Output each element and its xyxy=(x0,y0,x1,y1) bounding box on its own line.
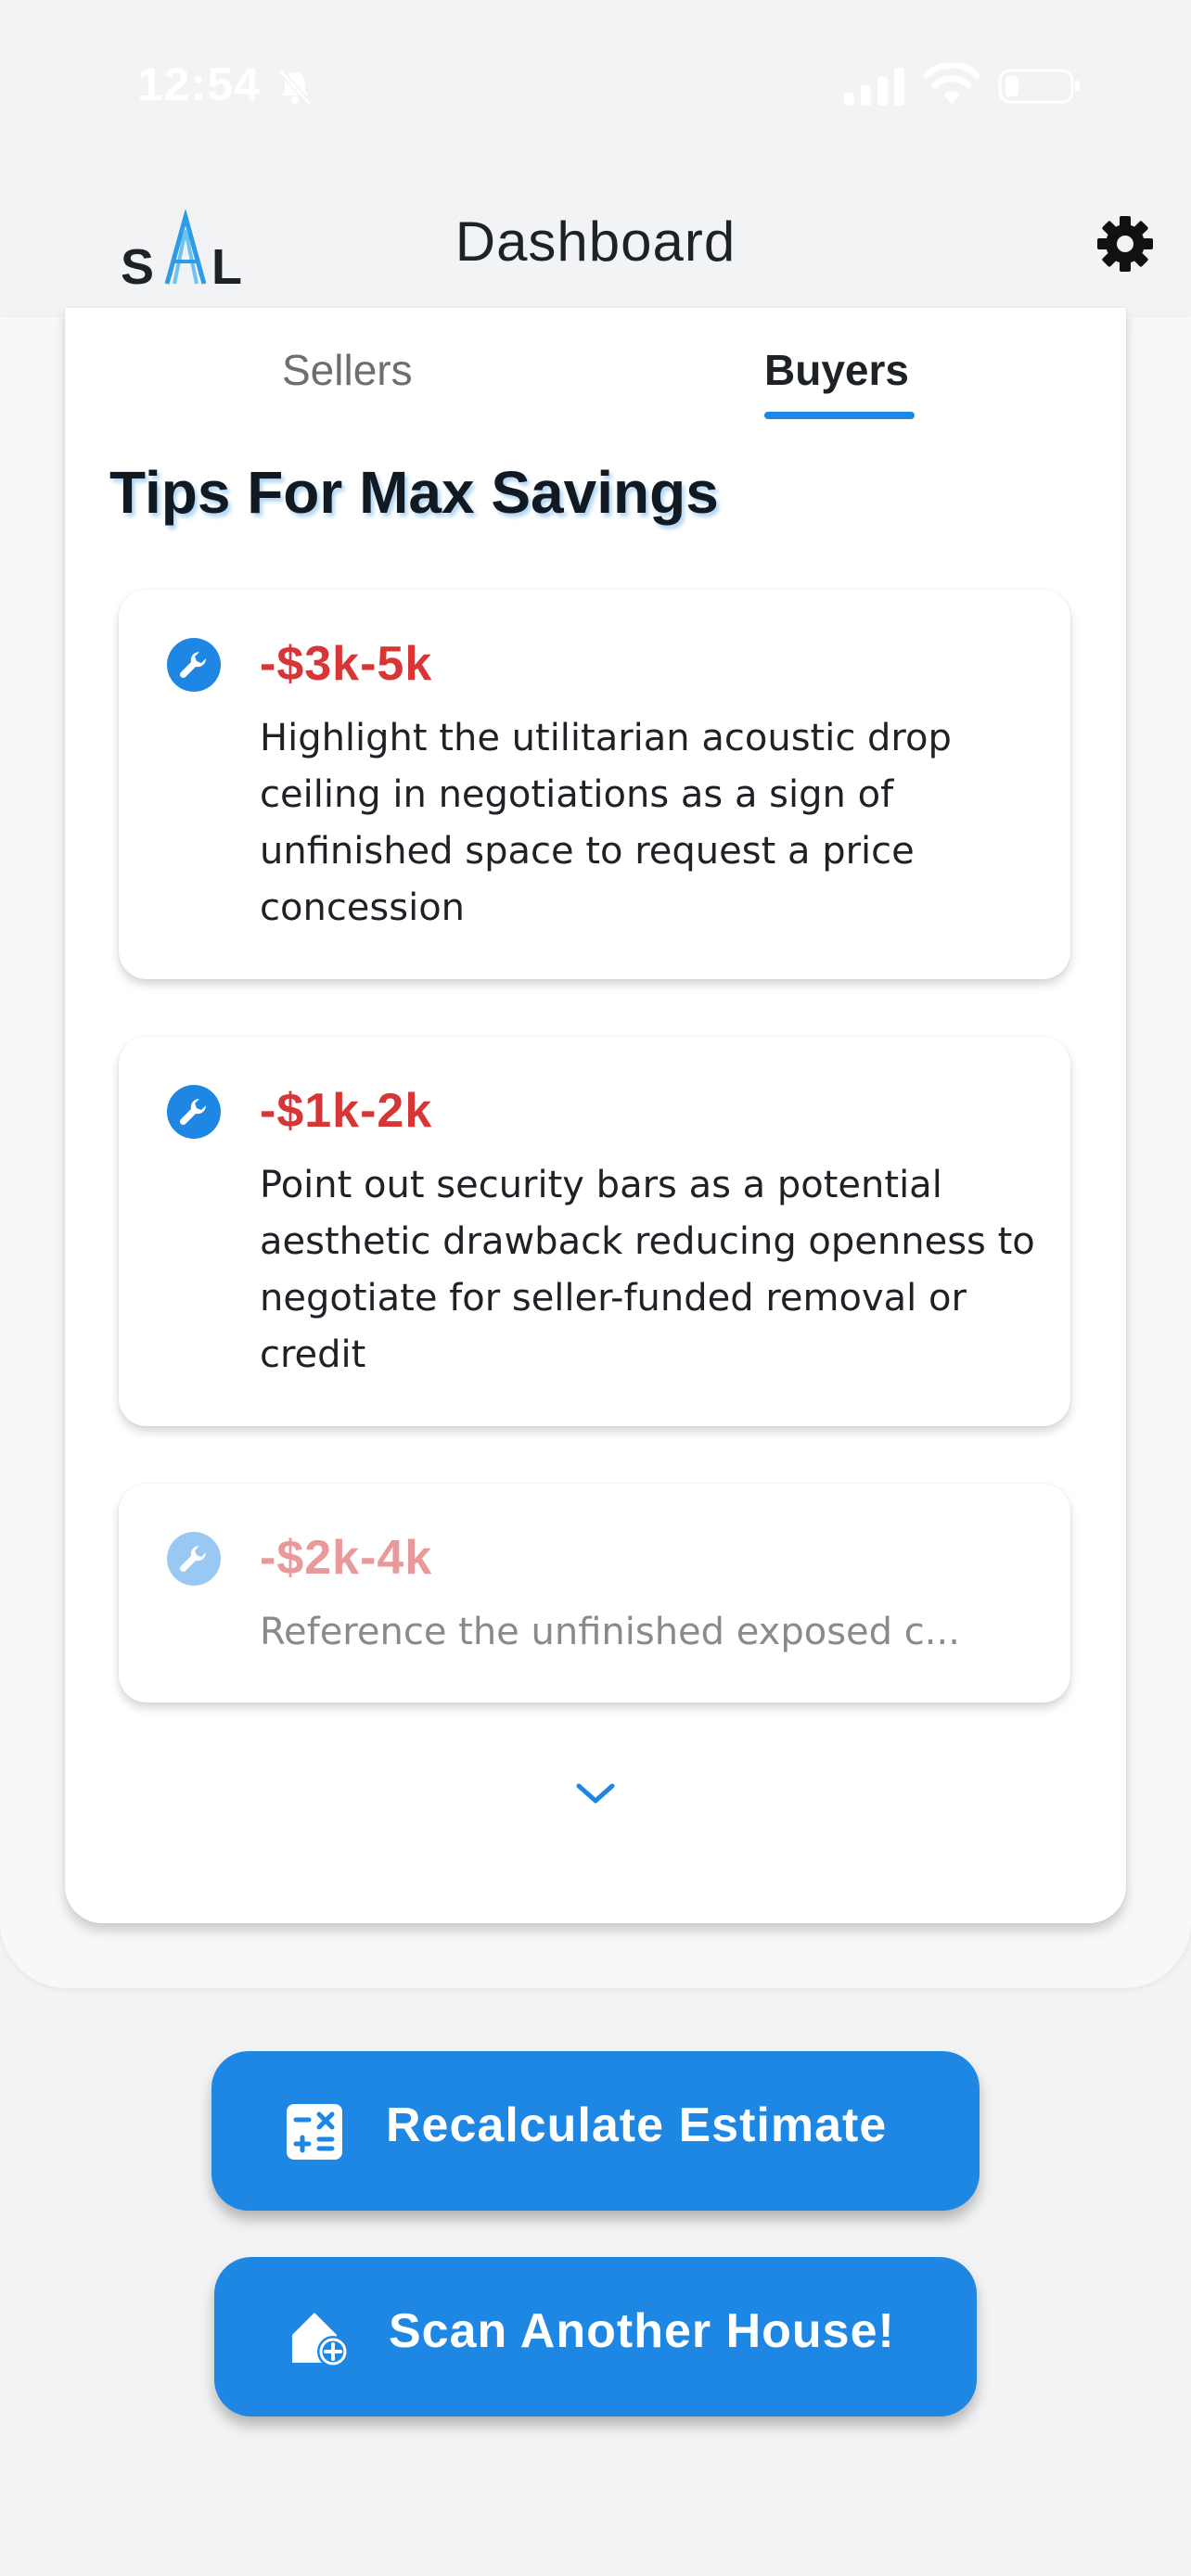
gear-icon[interactable] xyxy=(1095,213,1156,274)
tips-panel: Sellers Buyers Tips For Max Savings -$3k… xyxy=(65,308,1126,1923)
tip-text: Reference the unfinished exposed c... xyxy=(260,1611,960,1653)
tip-text: Point out security bars as a potential a… xyxy=(260,1164,1035,1376)
tip-card[interactable]: -$3k-5k Highlight the utilitarian acoust… xyxy=(119,590,1070,979)
tip-amount: -$3k-5k xyxy=(260,637,433,691)
wifi-icon xyxy=(924,63,980,104)
nav-bar: S L Dashboard xyxy=(0,176,1191,317)
chevron-down-icon[interactable] xyxy=(573,1779,618,1808)
tip-text: Highlight the utilitarian acoustic drop … xyxy=(260,717,952,929)
house-add-icon xyxy=(292,2313,349,2367)
wrench-icon xyxy=(167,1085,221,1139)
signal-icon xyxy=(844,68,904,106)
wrench-icon xyxy=(167,1532,221,1586)
battery-icon xyxy=(998,69,1080,104)
scan-another-house-button[interactable]: Scan Another House! xyxy=(214,2257,977,2417)
tip-amount: -$1k-2k xyxy=(260,1084,433,1138)
status-bar: 12:54 xyxy=(0,0,1191,176)
status-time: 12:54 xyxy=(137,58,261,110)
tip-card[interactable]: -$2k-4k Reference the unfinished exposed… xyxy=(119,1484,1070,1702)
content-sheet: Sellers Buyers Tips For Max Savings -$3k… xyxy=(0,308,1191,1988)
bell-slash-icon xyxy=(277,69,313,106)
section-title: Tips For Max Savings xyxy=(109,459,719,526)
tip-card[interactable]: -$1k-2k Point out security bars as a pot… xyxy=(119,1037,1070,1426)
tip-amount: -$2k-4k xyxy=(260,1531,433,1585)
calculator-icon xyxy=(287,2104,342,2160)
page-title: Dashboard xyxy=(455,210,736,273)
wrench-icon xyxy=(167,638,221,692)
recalculate-estimate-button[interactable]: Recalculate Estimate xyxy=(211,2051,980,2211)
tab-selected-indicator xyxy=(764,412,915,419)
scan-another-house-label: Scan Another House! xyxy=(389,2304,895,2358)
recalculate-estimate-label: Recalculate Estimate xyxy=(386,2098,888,2152)
tab-sellers[interactable]: Sellers xyxy=(282,345,413,395)
tab-buyers[interactable]: Buyers xyxy=(764,345,909,395)
